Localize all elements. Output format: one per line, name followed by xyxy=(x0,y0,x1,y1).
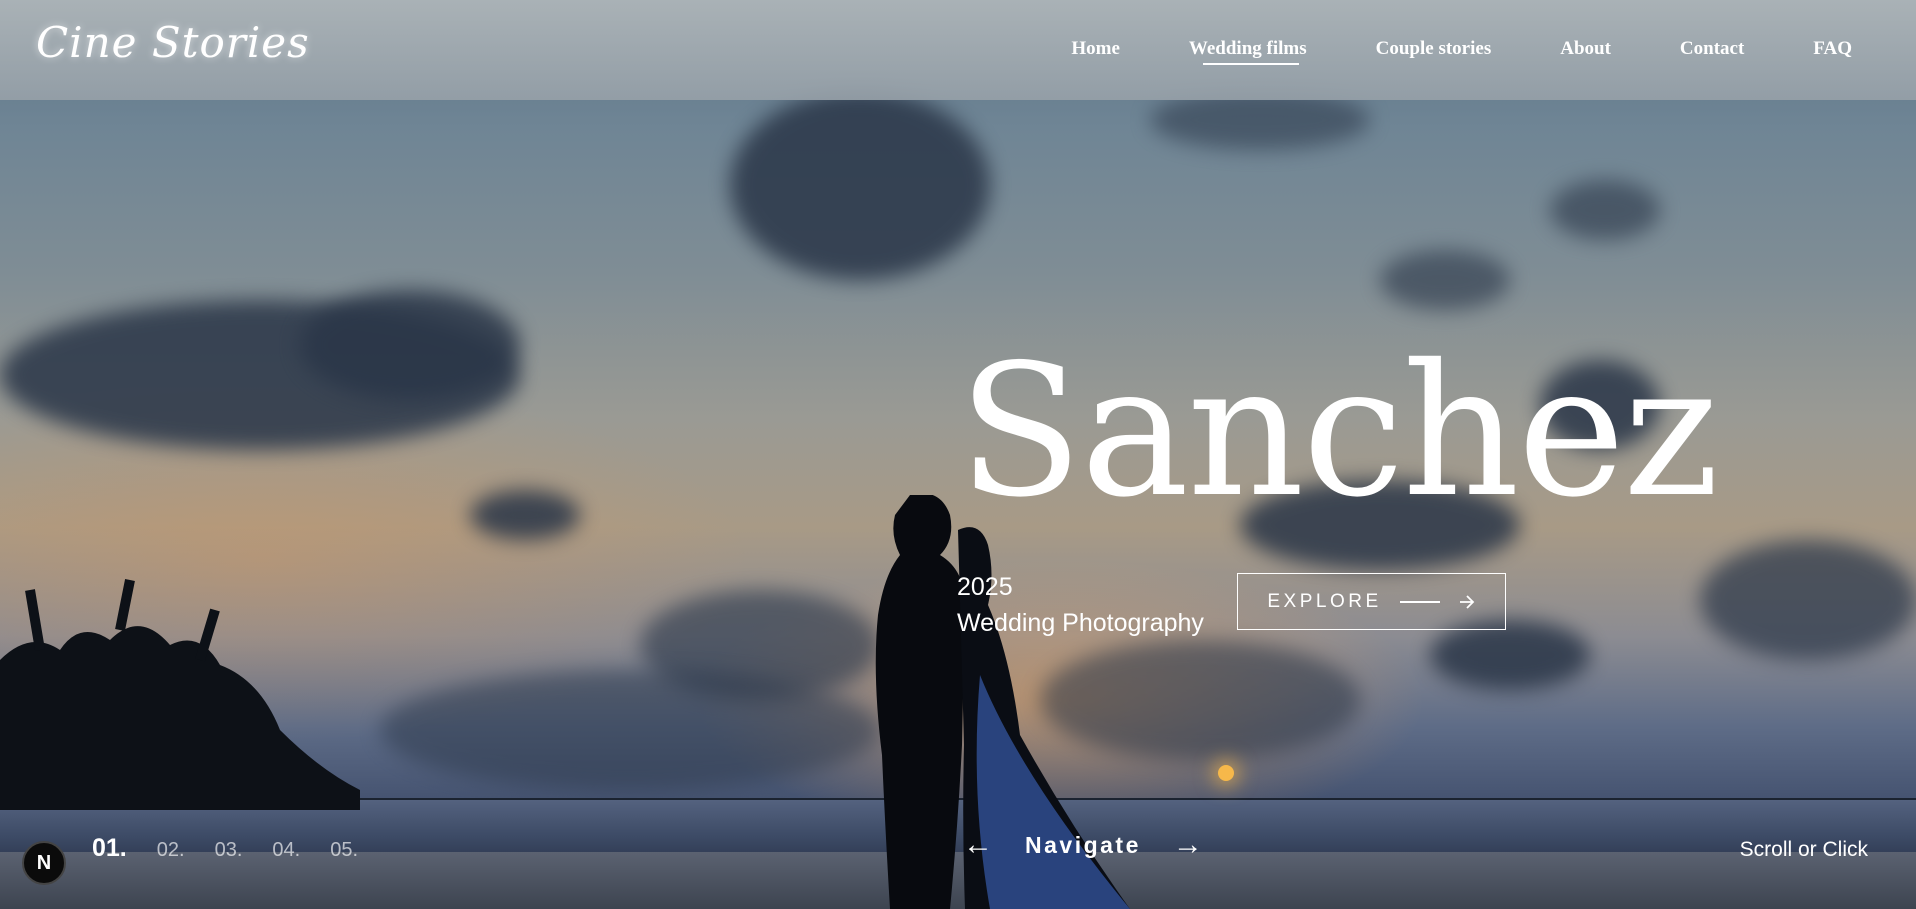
nav-home[interactable]: Home xyxy=(1071,38,1120,60)
n-badge-button[interactable]: N xyxy=(22,841,66,885)
arrow-right-icon xyxy=(1459,594,1474,609)
scroll-hint: Scroll or Click xyxy=(1739,838,1868,861)
page-item[interactable]: 03. xyxy=(215,839,243,862)
navigate-control: ← Navigate → xyxy=(963,830,1203,860)
explore-line xyxy=(1399,600,1440,603)
cloud xyxy=(380,670,880,790)
navigate-label: Navigate xyxy=(1025,831,1141,858)
cloud xyxy=(1550,180,1660,240)
cloud xyxy=(300,290,520,400)
cloud xyxy=(1430,620,1590,690)
explore-label: EXPLORE xyxy=(1267,590,1382,612)
nav-couple-stories[interactable]: Couple stories xyxy=(1376,38,1492,60)
hero-subtitle: Wedding Photography xyxy=(957,609,1204,637)
arrow-left-icon[interactable]: ← xyxy=(963,830,993,860)
page-item[interactable]: 05. xyxy=(330,839,358,862)
arrow-right-icon[interactable]: → xyxy=(1173,830,1203,860)
site-header: Cine Stories Home Wedding films Couple s… xyxy=(0,0,1916,100)
page-item[interactable]: 04. xyxy=(272,839,300,862)
explore-button[interactable]: EXPLORE xyxy=(1237,573,1506,630)
main-nav: Home Wedding films Couple stories About … xyxy=(1002,38,1852,65)
sun xyxy=(1218,765,1234,781)
palm-trees-silhouette xyxy=(0,579,360,810)
cloud xyxy=(1700,540,1916,660)
cloud xyxy=(470,490,580,540)
cloud xyxy=(730,90,990,280)
cloud xyxy=(1380,250,1510,310)
nav-about[interactable]: About xyxy=(1560,38,1611,60)
slide-pager: 01. 02. 03. 04. 05. xyxy=(92,834,388,863)
nav-faq[interactable]: FAQ xyxy=(1813,38,1852,60)
nav-wedding-films[interactable]: Wedding films xyxy=(1189,38,1307,65)
nav-contact[interactable]: Contact xyxy=(1680,38,1744,60)
brand-logo[interactable]: Cine Stories xyxy=(36,18,310,67)
page-item[interactable]: 01. xyxy=(92,834,127,863)
hero-year: 2025 xyxy=(957,573,1013,601)
page-item[interactable]: 02. xyxy=(157,839,185,862)
hero-title: Sanchez xyxy=(958,325,1719,537)
